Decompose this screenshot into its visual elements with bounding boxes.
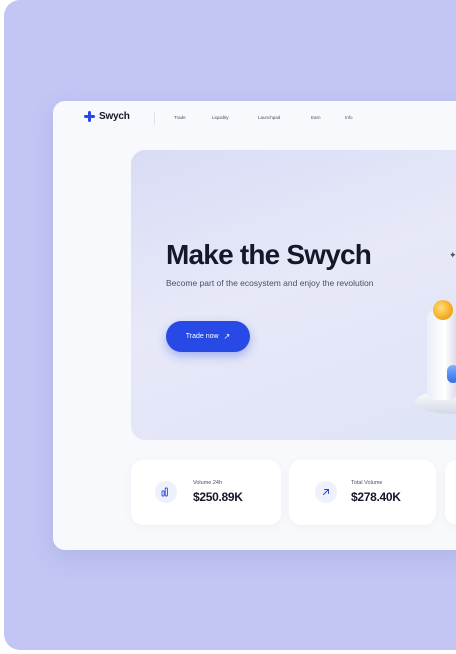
stat-card-total-volume: Total Volume $278.40K [289,460,436,525]
brand-logo[interactable]: Swych [84,111,130,122]
arrow-up-right-icon: ↗ [223,332,231,341]
brand-name: Swych [99,111,130,122]
stat-label: Total Volume [351,480,383,486]
app-window: Swych Trade Liquidity Launchpad Earn Inf… [53,101,456,550]
arrow-up-right-icon [315,481,337,503]
nav-link-info[interactable]: Info [345,115,365,120]
top-nav: Swych Trade Liquidity Launchpad Earn Inf… [53,101,456,137]
nav-link-launchpad[interactable]: Launchpad [258,115,311,120]
nav-link-earn[interactable]: Earn [311,115,345,120]
sparkle-icon: ✦ [449,250,456,260]
trade-now-label: Trade now [185,333,219,340]
stat-value: $278.40K [351,490,401,504]
nav-divider [154,112,155,125]
nav-links: Trade Liquidity Launchpad Earn Info [174,115,365,120]
hero-illustration-pillar [427,310,456,400]
swych-logo-icon [84,111,95,122]
nav-link-trade[interactable]: Trade [174,115,212,120]
coin-icon [433,300,453,320]
nav-link-liquidity[interactable]: Liquidity [212,115,258,120]
stat-card-partial [445,460,456,525]
bar-chart-icon [155,481,177,503]
stat-card-volume-24h: Volume 24h $250.89K [131,460,281,525]
trade-now-button[interactable]: Trade now ↗ [166,321,250,352]
hero-title: Make the Swych [166,239,372,270]
hero-subtitle: Become part of the ecosystem and enjoy t… [166,278,374,288]
stat-label: Volume 24h [193,480,223,486]
token-icon [447,365,456,383]
hero-banner: Make the Swych Become part of the ecosys… [131,150,456,440]
stat-value: $250.89K [193,490,243,504]
